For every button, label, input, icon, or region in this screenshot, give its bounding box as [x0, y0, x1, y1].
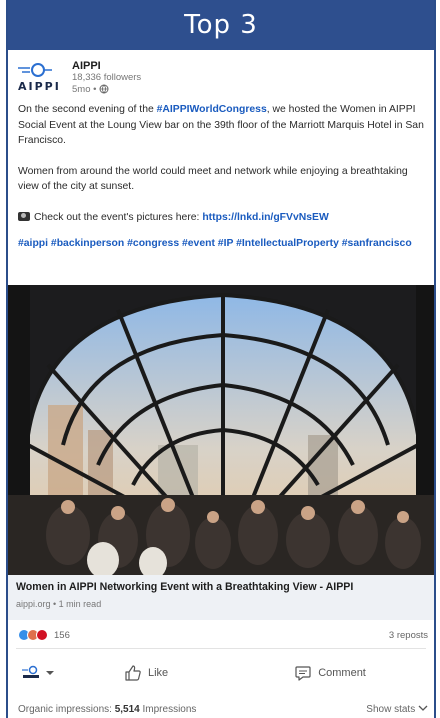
author-name[interactable]: AIPPI	[72, 60, 141, 73]
logo-icon	[18, 63, 52, 77]
post-body: On the second evening of the #AIPPIWorld…	[8, 94, 434, 252]
reaction-count: 156	[54, 629, 70, 641]
show-stats-button[interactable]: Show stats	[366, 704, 428, 715]
impressions-suffix: Impressions	[139, 704, 197, 715]
author-block: AIPPI 18,336 followers 5mo •	[72, 60, 141, 95]
event-photo[interactable]	[8, 285, 434, 575]
action-bar: Like Comment	[8, 656, 434, 690]
impressions-value: 5,514	[114, 704, 140, 715]
action-divider	[16, 648, 426, 649]
repost-count[interactable]: 3 reposts	[389, 630, 428, 641]
company-logo[interactable]: AIPPI	[16, 60, 64, 94]
pictures-label: Check out the event's pictures here:	[34, 211, 203, 223]
paragraph-1-start: On the second evening of the	[18, 104, 157, 115]
social-counts: 156 3 reposts	[8, 626, 434, 644]
comment-icon	[295, 666, 311, 681]
thumbs-up-icon	[125, 665, 141, 681]
logo-text: AIPPI	[18, 80, 61, 93]
like-label: Like	[148, 667, 169, 679]
event-photo-image	[8, 285, 434, 575]
impressions-bar: Organic impressions: 5,514 Impressions S…	[8, 704, 434, 715]
link-preview-title[interactable]: Women in AIPPI Networking Event with a B…	[16, 581, 430, 593]
actor-switcher[interactable]	[20, 665, 62, 681]
post-frame: Top 3 AIPPI AIPPI 18,336 followers 5mo •	[6, 0, 436, 718]
comment-label: Comment	[318, 667, 366, 679]
post-paragraph-1: On the second evening of the #AIPPIWorld…	[18, 102, 424, 149]
post-age-text: 5mo •	[72, 83, 97, 95]
world-congress-hashtag[interactable]: #AIPPIWorldCongress	[157, 104, 267, 115]
chevron-down-icon	[418, 705, 428, 711]
post-age: 5mo •	[72, 84, 141, 96]
post-paragraph-2: Women from around the world could meet a…	[18, 165, 408, 193]
impressions-text: Organic impressions: 5,514 Impressions	[18, 704, 196, 715]
like-button[interactable]: Like	[124, 664, 168, 682]
post-header: AIPPI AIPPI 18,336 followers 5mo •	[8, 50, 434, 95]
link-preview-meta: aippi.org • 1 min read	[16, 599, 102, 609]
show-stats-label: Show stats	[366, 704, 416, 715]
globe-icon	[99, 84, 109, 94]
love-reaction-icon	[36, 629, 48, 641]
pictures-link[interactable]: https://lnkd.in/gFVvNsEW	[202, 212, 328, 223]
impressions-label: Organic impressions:	[18, 704, 115, 715]
comment-button[interactable]: Comment	[294, 664, 366, 682]
banner-title: Top 3	[8, 0, 434, 50]
link-preview-card[interactable]: Women in AIPPI Networking Event with a B…	[8, 575, 434, 620]
hashtag-list[interactable]: #aippi #backinperson #congress #event #I…	[18, 236, 424, 252]
camera-icon	[18, 211, 30, 221]
aippi-avatar-icon	[22, 665, 54, 678]
follower-count: 18,336 followers	[72, 71, 142, 83]
reaction-summary[interactable]: 156	[18, 629, 70, 641]
pictures-line: Check out the event's pictures here: htt…	[18, 210, 424, 226]
